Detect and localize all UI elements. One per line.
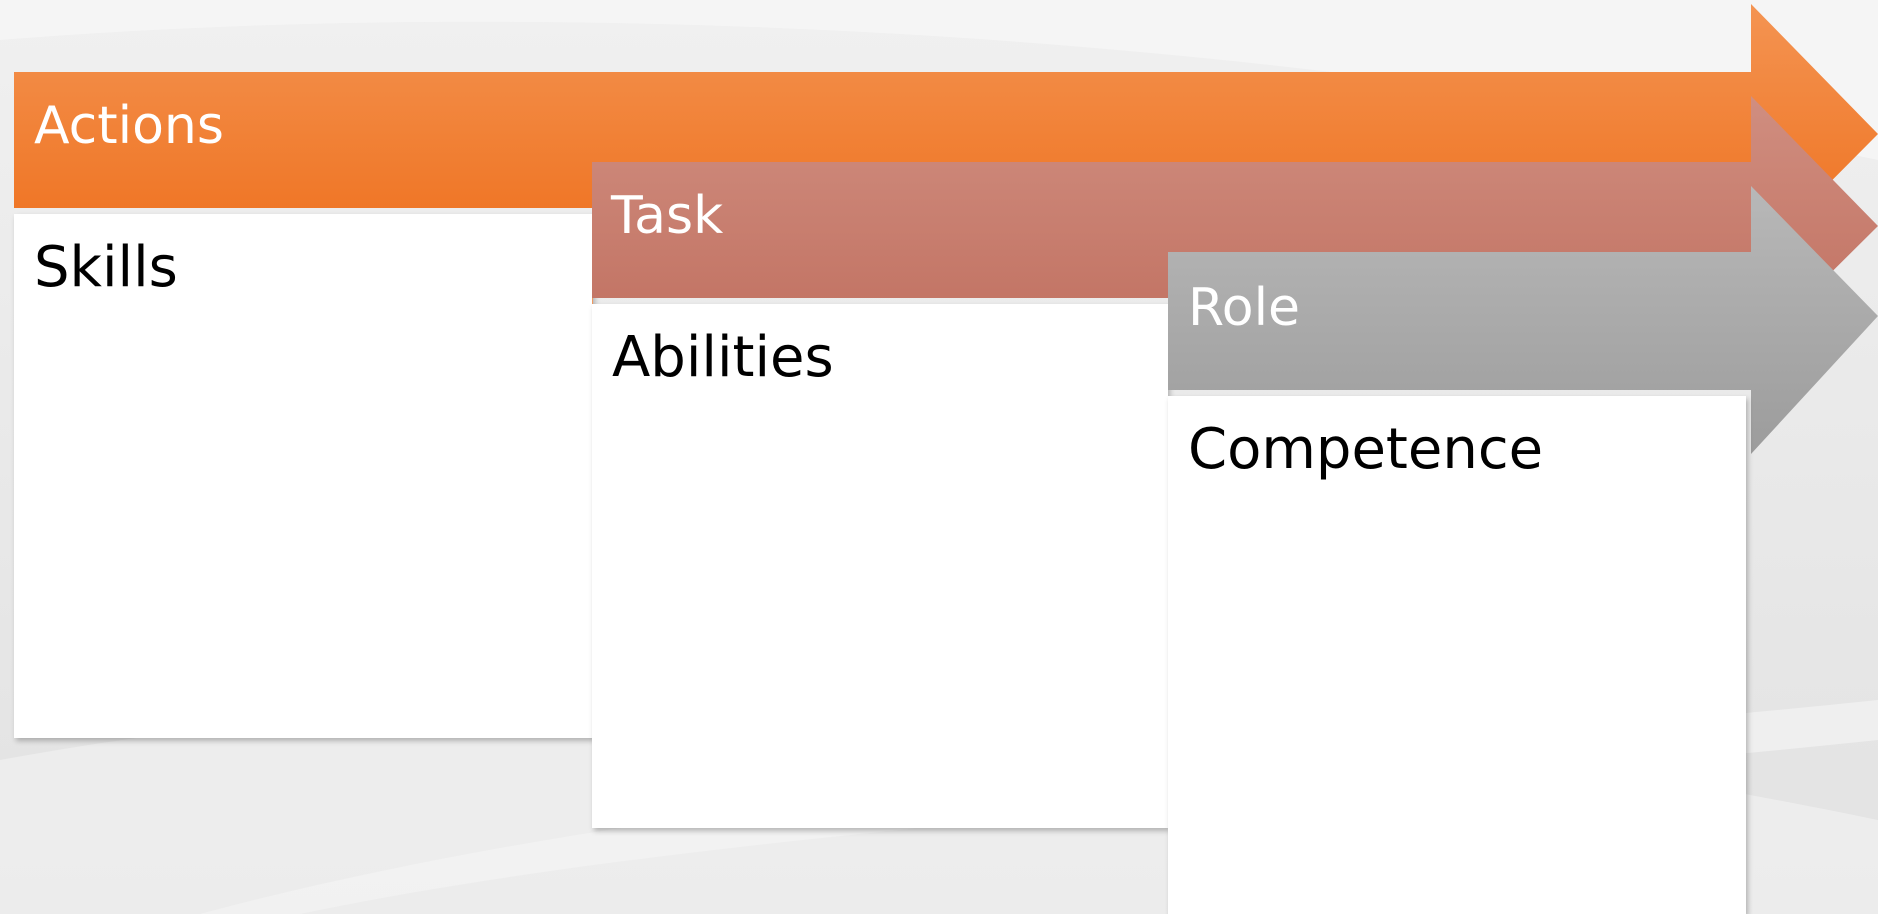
competence-box: Competence [1168,396,1746,914]
abilities-box: Abilities [592,304,1168,828]
skills-box: Skills [14,214,593,738]
task-header-label: Task [611,186,724,246]
competence-label: Competence [1188,417,1544,482]
abilities-label: Abilities [612,325,834,390]
role-header-label: Role [1188,278,1301,338]
skills-label: Skills [34,235,178,300]
actions-header-label: Actions [34,96,224,156]
